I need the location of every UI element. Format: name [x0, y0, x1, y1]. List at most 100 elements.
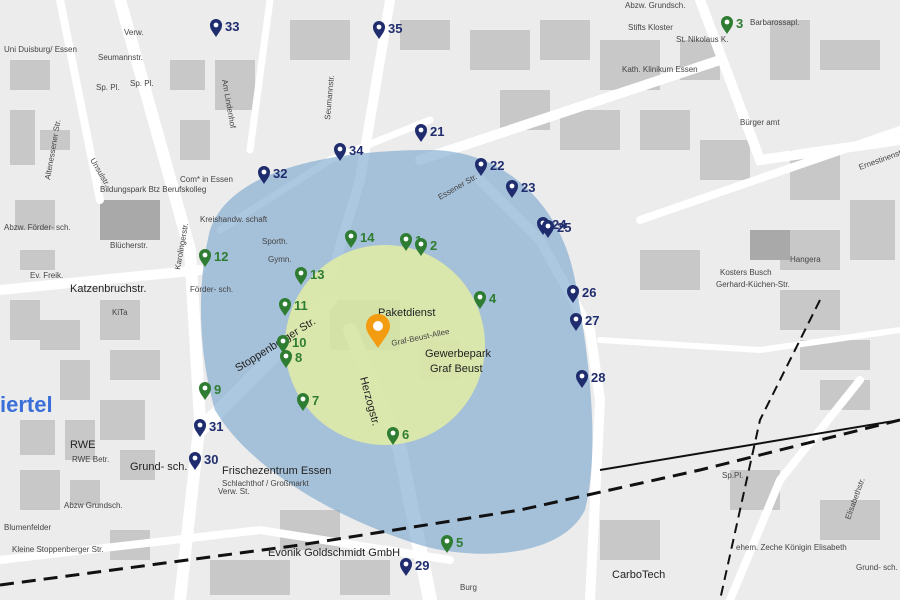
map-pin-dot	[579, 373, 585, 379]
label-verw-top: Verw.	[124, 28, 144, 37]
label-barbarossaplatz: Barbarossapl.	[750, 18, 799, 27]
map-pin-dot	[418, 241, 424, 247]
map-pin-dot	[724, 19, 730, 25]
marker-label: 21	[430, 124, 444, 139]
marker-label: 34	[349, 143, 364, 158]
label-com-in-essen: Com* in Essen	[180, 175, 233, 184]
map-pin-dot	[418, 127, 424, 133]
marker-label: 27	[585, 313, 599, 328]
label-sp-pl-1: Sp. Pl.	[96, 83, 120, 92]
label-hangera: Hangera	[790, 255, 821, 264]
marker-label: 33	[225, 19, 239, 34]
map-pin-dot	[213, 22, 219, 28]
marker-label: 26	[582, 285, 596, 300]
marker-label: 32	[273, 166, 287, 181]
map-pin-dot	[202, 252, 208, 258]
map-canvas: Abzw. Grundsch. Stifts Kloster St. Nikol…	[0, 0, 900, 600]
map-pin-dot	[376, 24, 382, 30]
map-pin-dot	[283, 353, 289, 359]
map-pin-dot	[192, 455, 198, 461]
marker-label: 11	[294, 298, 308, 313]
label-paketdienst: Paketdienst	[378, 307, 435, 319]
map-pin-dot	[545, 223, 551, 229]
label-seumannstr: Seumannstr.	[98, 53, 143, 62]
marker-label: 29	[415, 558, 429, 573]
label-burg: Burg	[460, 583, 477, 592]
marker-label: 35	[388, 21, 402, 36]
map-pin-dot	[478, 161, 484, 167]
label-rwe-betr: RWE Betr.	[72, 455, 109, 464]
label-gewerbepark: Gewerbepark	[425, 348, 492, 360]
label-foerdersch: Förder- sch.	[190, 285, 233, 294]
label-kosters-busch: Kosters Busch	[720, 268, 772, 277]
label-bluecherstr: Blücherstr.	[110, 241, 148, 250]
map-pin-dot	[403, 236, 409, 242]
label-sp-pl-2: Sp. Pl.	[130, 79, 154, 88]
marker-label: 25	[557, 220, 571, 235]
map-pin-dot	[570, 288, 576, 294]
marker-label: 2	[430, 238, 437, 253]
marker-label: 3	[736, 16, 743, 31]
map-pin-dot	[280, 338, 286, 344]
marker-label: 31	[209, 419, 223, 434]
label-ev-freik: Ev. Freik.	[30, 271, 63, 280]
label-graf-beust: Graf Beust	[430, 363, 483, 375]
label-kreishandwerkerschaft: Kreishandw. schaft	[200, 215, 268, 224]
label-bildungspark: Bildungspark Btz Berufskolleg	[100, 185, 206, 194]
marker-label: 6	[402, 427, 409, 442]
label-stift-kloster: Stifts Kloster	[628, 23, 673, 32]
label-sp-pl-right: Sp.Pl.	[722, 471, 743, 480]
label-gymn: Gymn.	[268, 255, 292, 264]
marker-label: 13	[310, 267, 324, 282]
label-grundsch: Grund- sch.	[130, 461, 187, 473]
map-pin-dot	[300, 396, 306, 402]
map-pin-dot	[573, 316, 579, 322]
map-pin-dot	[261, 169, 267, 175]
marker-label: 9	[214, 382, 221, 397]
label-abzw-grundsch-top: Abzw. Grundsch.	[625, 1, 685, 10]
label-rwe: RWE	[70, 439, 95, 451]
map-pin-dot	[390, 430, 396, 436]
label-abzw-foerdersch: Abzw. Förder- sch.	[4, 223, 71, 232]
map-pin-dot	[282, 301, 288, 307]
label-uni-duisburg: Uni Duisburg/ Essen	[4, 45, 77, 54]
marker-label: 12	[214, 249, 228, 264]
label-evonik: Evonik Goldschmidt GmbH	[268, 547, 400, 559]
label-blumenfelder: Blumenfelder	[4, 523, 51, 532]
map-pin-dot	[337, 146, 343, 152]
label-carbotech: CarboTech	[612, 569, 665, 581]
map-pin-dot	[403, 561, 409, 567]
marker-label: 23	[521, 180, 535, 195]
map-pin-dot	[298, 270, 304, 276]
map-pin-dot	[202, 385, 208, 391]
marker-label: 14	[360, 230, 375, 245]
label-frischezentrum: Frischezentrum Essen	[222, 465, 331, 477]
label-ehem-zeche: ehem. Zeche Königin Elisabeth	[736, 543, 847, 552]
label-verw-st: Verw. St.	[218, 487, 250, 496]
map-pin-dot	[348, 233, 354, 239]
map-pin-dot	[444, 538, 450, 544]
label-buerger-amt: Bürger amt	[740, 118, 780, 127]
marker-label: 4	[489, 291, 497, 306]
marker-label: 5	[456, 535, 463, 550]
label-katzenbruchstr: Katzenbruchstr.	[70, 283, 146, 295]
label-gerhard-kuechen-str: Gerhard-Küchen-Str.	[716, 280, 790, 289]
label-sporth: Sporth.	[262, 237, 288, 246]
marker-label: 10	[292, 335, 306, 350]
map-pin-dot	[197, 422, 203, 428]
map-pin-dot	[509, 183, 515, 189]
marker-label: 22	[490, 158, 504, 173]
map-pin-dot	[477, 294, 483, 300]
label-abzw-grundsch-bottom: Abzw Grundsch.	[64, 501, 123, 510]
map-view[interactable]: Abzw. Grundsch. Stifts Kloster St. Nikol…	[0, 0, 900, 600]
marker-label: 28	[591, 370, 605, 385]
marker-label: 7	[312, 393, 319, 408]
label-stoppenberger-kleine: Kleine Stoppenberger Str.	[12, 545, 104, 554]
label-district: iertel	[0, 392, 53, 417]
marker-label: 8	[295, 350, 302, 365]
marker-label: 30	[204, 452, 218, 467]
label-kita: KiTa	[112, 308, 128, 317]
label-st-nikolaus: St. Nikolaus K.	[676, 35, 728, 44]
label-kath-klinikum: Kath. Klinikum Essen	[622, 65, 698, 74]
label-grund-sch-right: Grund- sch.	[856, 563, 898, 572]
